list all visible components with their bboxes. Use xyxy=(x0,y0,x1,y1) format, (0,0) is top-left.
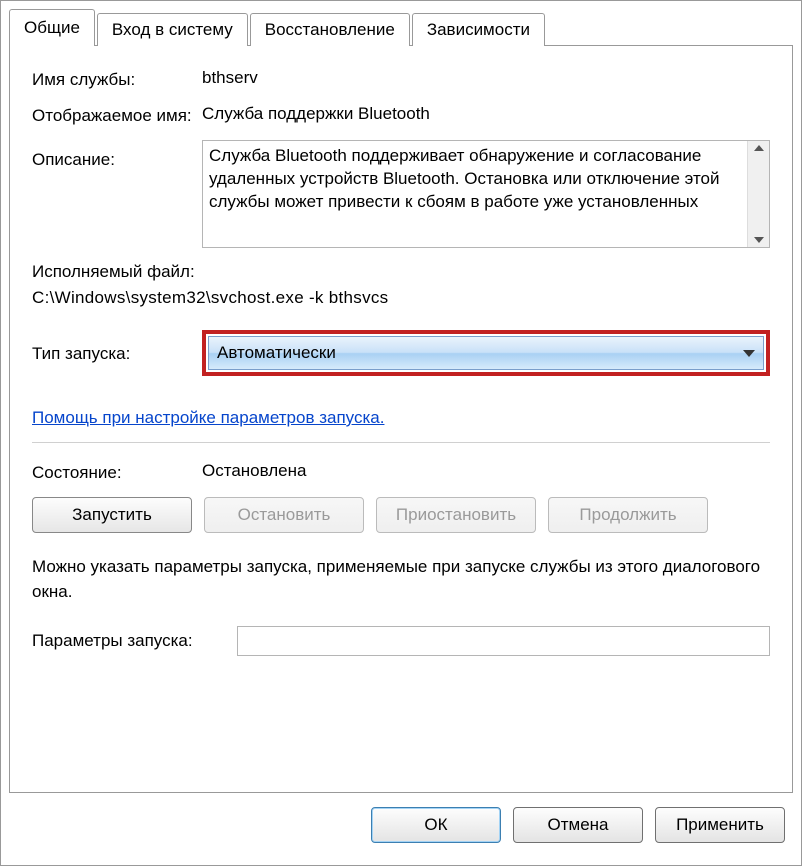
cancel-button[interactable]: Отмена xyxy=(513,807,643,843)
description-box: Служба Bluetooth поддерживает обнаружени… xyxy=(202,140,770,248)
chevron-down-icon xyxy=(743,350,755,357)
tab-panel-general: Имя службы: bthserv Отображаемое имя: Сл… xyxy=(9,45,793,793)
resume-button: Продолжить xyxy=(548,497,708,533)
description-scrollbar[interactable] xyxy=(747,141,769,247)
start-button[interactable]: Запустить xyxy=(32,497,192,533)
startup-type-value: Автоматически xyxy=(217,343,336,363)
display-name-value: Служба поддержки Bluetooth xyxy=(202,104,770,124)
tab-general[interactable]: Общие xyxy=(9,9,95,46)
executable-label: Исполняемый файл: xyxy=(32,262,770,282)
start-params-label: Параметры запуска: xyxy=(32,631,237,651)
stop-button: Остановить xyxy=(204,497,364,533)
ok-button[interactable]: ОК xyxy=(371,807,501,843)
status-label: Состояние: xyxy=(32,461,202,483)
pause-button: Приостановить xyxy=(376,497,536,533)
startup-type-highlight: Автоматически xyxy=(202,330,770,376)
divider xyxy=(32,442,770,443)
service-properties-dialog: Общие Вход в систему Восстановление Зави… xyxy=(0,0,802,866)
description-label: Описание: xyxy=(32,140,202,170)
startup-type-label: Тип запуска: xyxy=(32,342,202,364)
description-text: Служба Bluetooth поддерживает обнаружени… xyxy=(203,141,747,247)
tab-dependencies[interactable]: Зависимости xyxy=(412,13,545,46)
tab-recovery[interactable]: Восстановление xyxy=(250,13,410,46)
apply-button[interactable]: Применить xyxy=(655,807,785,843)
display-name-label: Отображаемое имя: xyxy=(32,104,202,126)
status-value: Остановлена xyxy=(202,461,770,481)
start-params-note: Можно указать параметры запуска, применя… xyxy=(32,555,770,604)
startup-help-link[interactable]: Помощь при настройке параметров запуска. xyxy=(32,408,384,428)
scroll-down-icon[interactable] xyxy=(754,237,764,243)
executable-path: C:\Windows\system32\svchost.exe -k bthsv… xyxy=(32,288,770,308)
dialog-button-bar: ОК Отмена Применить xyxy=(9,793,793,859)
scroll-up-icon[interactable] xyxy=(754,145,764,151)
service-name-value: bthserv xyxy=(202,68,770,88)
tab-strip: Общие Вход в систему Восстановление Зави… xyxy=(9,9,793,45)
startup-type-dropdown[interactable]: Автоматически xyxy=(208,336,764,370)
tab-logon[interactable]: Вход в систему xyxy=(97,13,248,46)
start-params-input[interactable] xyxy=(237,626,770,656)
service-name-label: Имя службы: xyxy=(32,68,202,90)
